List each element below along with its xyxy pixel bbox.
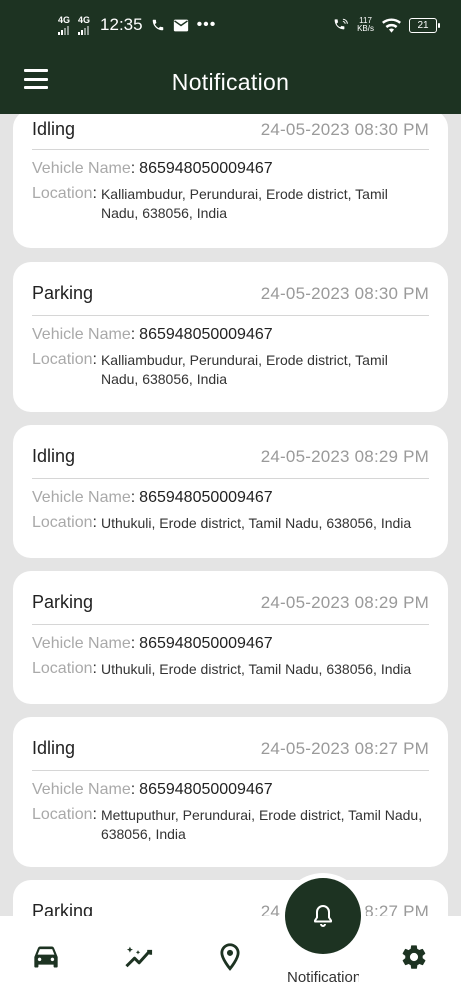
colon: : xyxy=(130,489,136,506)
signal-bars-icon xyxy=(58,25,69,35)
top-bar: 4G 4G 12:35 ••• 117 KB/s 21 Notification xyxy=(0,0,461,114)
card-header: Idling 24-05-2023 08:29 PM xyxy=(32,425,429,479)
location-row: Location: Kalliambudur, Perundurai, Erod… xyxy=(32,351,429,389)
colon: : xyxy=(92,351,97,368)
vehicle-name-value: 865948050009467 xyxy=(139,489,273,506)
location-value: Kalliambudur, Perundurai, Erode district… xyxy=(100,186,388,221)
vehicle-name-label: Vehicle Name xyxy=(32,326,131,343)
notification-datetime: 24-05-2023 08:30 PM xyxy=(260,119,429,139)
location-label: Location xyxy=(32,660,93,677)
bell-icon xyxy=(314,905,332,927)
nav-vehicles[interactable] xyxy=(29,940,63,974)
bottom-navigation xyxy=(0,916,461,1000)
vehicle-row: Vehicle Name: 865948050009467 xyxy=(32,326,429,344)
notification-datetime: 24-05-2023 08:29 PM xyxy=(260,592,429,612)
notification-datetime: 24-05-2023 08:30 PM xyxy=(260,283,429,303)
signal-bars-icon xyxy=(78,25,90,35)
nav-settings[interactable] xyxy=(397,940,431,974)
notification-datetime: 24-05-2023 08:27 PM xyxy=(260,738,429,758)
network-type-1: 4G xyxy=(58,14,71,25)
analytics-icon xyxy=(125,946,153,968)
vehicle-row: Vehicle Name: 865948050009467 xyxy=(32,635,429,653)
location-row: Location: Kalliambudur, Perundurai, Erod… xyxy=(32,185,429,223)
location-label: Location xyxy=(32,514,93,531)
notification-card[interactable]: Parking 24-05-2023 08:27 PM xyxy=(13,880,448,916)
notification-list[interactable]: Idling 24-05-2023 08:30 PM Vehicle Name:… xyxy=(0,114,461,916)
vehicle-name-label: Vehicle Name xyxy=(32,635,131,652)
location-value: Uthukuli, Erode district, Tamil Nadu, 63… xyxy=(100,515,412,531)
battery-icon: 21 xyxy=(409,17,440,33)
location-label: Location xyxy=(32,806,93,823)
card-header: Parking 24-05-2023 08:29 PM xyxy=(32,571,429,625)
wifi-icon xyxy=(382,17,401,33)
nav-location[interactable] xyxy=(213,940,247,974)
notification-type: Idling xyxy=(32,119,76,139)
nav-analytics[interactable] xyxy=(121,940,155,974)
colon: : xyxy=(130,326,136,343)
colon: : xyxy=(92,514,97,531)
status-left: 4G 4G 12:35 ••• xyxy=(58,15,216,35)
network-type-2: 4G xyxy=(78,14,91,25)
app-bar: Notification xyxy=(0,50,461,114)
nav-notification-button[interactable] xyxy=(285,878,361,954)
notification-card[interactable]: Idling 24-05-2023 08:27 PM Vehicle Name:… xyxy=(13,717,448,867)
more-notifications-icon: ••• xyxy=(196,16,217,33)
colon: : xyxy=(130,160,136,177)
notification-type: Parking xyxy=(32,901,94,916)
vehicle-name-value: 865948050009467 xyxy=(139,781,273,798)
location-pin-icon xyxy=(220,943,240,971)
location-value: Mettuputhur, Perundurai, Erode district,… xyxy=(100,807,423,842)
vehicle-name-value: 865948050009467 xyxy=(139,326,273,343)
status-time: 12:35 xyxy=(100,15,143,34)
wifi-calling-icon xyxy=(334,18,348,30)
location-label: Location xyxy=(32,185,93,202)
gear-icon xyxy=(402,945,426,969)
notification-type: Parking xyxy=(32,592,94,612)
location-label: Location xyxy=(32,351,93,368)
location-row: Location: Mettuputhur, Perundurai, Erode… xyxy=(32,806,429,844)
status-right: 117 KB/s 21 xyxy=(333,17,440,33)
notification-card[interactable]: Parking 24-05-2023 08:29 PM Vehicle Name… xyxy=(13,571,448,704)
location-value: Uthukuli, Erode district, Tamil Nadu, 63… xyxy=(100,661,412,677)
colon: : xyxy=(130,781,136,798)
colon: : xyxy=(92,660,97,677)
notification-card[interactable]: Idling 24-05-2023 08:29 PM Vehicle Name:… xyxy=(13,425,448,558)
network-speed: 117 KB/s xyxy=(357,17,374,33)
phone-icon xyxy=(152,19,163,31)
car-icon xyxy=(34,946,58,968)
notification-datetime: 24-05-2023 08:29 PM xyxy=(260,446,429,466)
card-header: Idling 24-05-2023 08:30 PM xyxy=(32,114,429,150)
notification-type: Parking xyxy=(32,283,94,303)
speed-unit: KB/s xyxy=(357,24,374,33)
notification-type: Idling xyxy=(32,446,76,466)
status-bar: 4G 4G 12:35 ••• 117 KB/s 21 xyxy=(0,0,461,50)
page-title: Notification xyxy=(171,68,290,95)
notification-card[interactable]: Parking 24-05-2023 08:30 PM Vehicle Name… xyxy=(13,262,448,412)
colon: : xyxy=(92,806,97,823)
vehicle-row: Vehicle Name: 865948050009467 xyxy=(32,489,429,507)
nav-notification-label: Notification xyxy=(287,969,359,986)
vehicle-name-value: 865948050009467 xyxy=(139,635,273,652)
location-value: Kalliambudur, Perundurai, Erode district… xyxy=(100,352,388,387)
battery-level: 21 xyxy=(417,19,429,31)
notification-type: Idling xyxy=(32,738,76,758)
location-row: Location: Uthukuli, Erode district, Tami… xyxy=(32,514,429,533)
colon: : xyxy=(92,185,97,202)
colon: : xyxy=(130,635,136,652)
vehicle-name-label: Vehicle Name xyxy=(32,160,131,177)
signal-2: 4G xyxy=(78,14,91,35)
location-row: Location: Uthukuli, Erode district, Tami… xyxy=(32,660,429,679)
signal-1: 4G xyxy=(58,14,71,35)
mail-icon xyxy=(173,19,188,31)
vehicle-name-label: Vehicle Name xyxy=(32,781,131,798)
card-header: Idling 24-05-2023 08:27 PM xyxy=(32,717,429,771)
notification-card[interactable]: Idling 24-05-2023 08:30 PM Vehicle Name:… xyxy=(13,114,448,248)
vehicle-row: Vehicle Name: 865948050009467 xyxy=(32,160,429,178)
vehicle-row: Vehicle Name: 865948050009467 xyxy=(32,781,429,799)
vehicle-name-value: 865948050009467 xyxy=(139,160,273,177)
card-header: Parking 24-05-2023 08:27 PM xyxy=(32,880,429,916)
vehicle-name-label: Vehicle Name xyxy=(32,489,131,506)
card-header: Parking 24-05-2023 08:30 PM xyxy=(32,262,429,316)
menu-icon[interactable] xyxy=(24,69,48,89)
